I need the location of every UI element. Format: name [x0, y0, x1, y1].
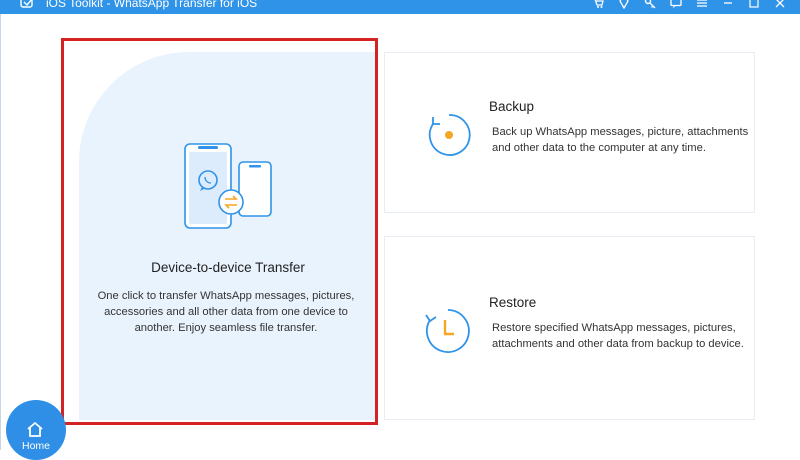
key-icon[interactable] [644, 0, 656, 9]
cart-icon[interactable] [592, 0, 604, 8]
title-bar: iOS Toolkit - WhatsApp Transfer for iOS [0, 0, 800, 14]
home-button[interactable]: Home [6, 400, 66, 460]
backup-icon [428, 114, 471, 156]
backup-card[interactable]: Backup Back up WhatsApp messages, pictur… [384, 52, 755, 213]
restore-icon [425, 309, 470, 353]
restore-description: Restore specified WhatsApp messages, pic… [492, 322, 744, 350]
home-label: Home [21, 440, 50, 452]
app-logo-icon [20, 0, 33, 8]
restore-title: Restore [489, 295, 537, 310]
home-icon [27, 421, 43, 437]
minimize-icon[interactable] [722, 0, 734, 8]
diamond-icon[interactable] [618, 0, 630, 10]
window-title: iOS Toolkit - WhatsApp Transfer for iOS [46, 0, 258, 10]
backup-description: Back up WhatsApp messages, picture, atta… [492, 126, 749, 154]
close-icon[interactable] [774, 0, 786, 8]
menu-icon[interactable] [696, 0, 708, 8]
feedback-icon[interactable] [670, 0, 682, 9]
selection-highlight-box [61, 38, 378, 425]
backup-title: Backup [489, 99, 535, 114]
restore-card[interactable]: Restore Restore specified WhatsApp messa… [384, 236, 755, 420]
maximize-icon[interactable] [748, 0, 760, 8]
